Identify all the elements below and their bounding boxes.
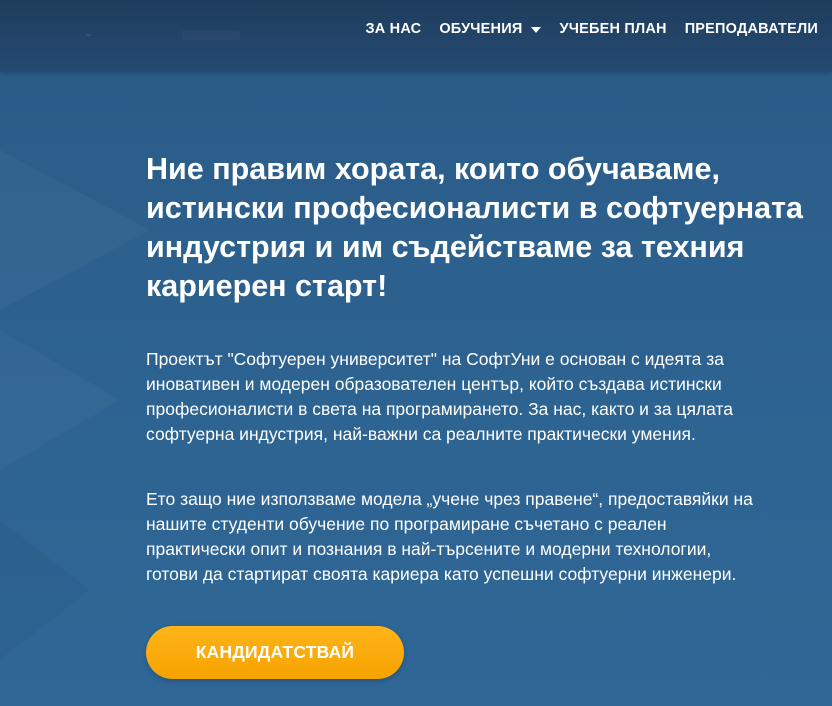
paragraph-line: иновативен и модерен образователен центъ… [146,374,722,394]
paragraph-line: професионалисти в света на програмиранет… [146,399,734,419]
method-paragraph: Ето защо ние използваме модела „учене чр… [146,487,832,587]
headline-line: истински професионалисти в софтуерната [146,191,804,225]
paragraph-line: Ето защо ние използваме модела „учене чр… [146,489,753,509]
caret-down-icon [531,26,542,33]
apply-button[interactable]: КАНДИДАТСТВАЙ [146,626,404,679]
hero-headline: Ние правим хората, които обучаваме, исти… [146,150,832,306]
nav-trainings-label: ОБУЧЕНИЯ [439,21,523,37]
paragraph-line: нашите студенти обучение по програмиране… [146,514,667,534]
headline-line: кариерен старт! [146,269,388,303]
softuni-logo [86,30,240,40]
nav-trainings[interactable]: ОБУЧЕНИЯ [439,21,542,37]
nav-about-label: ЗА НАС [365,21,422,37]
top-navbar: ЗА НАС ОБУЧЕНИЯ УЧЕБЕН ПЛАН ПРЕПОДАВАТЕЛ… [0,0,832,72]
nav-curriculum[interactable]: УЧЕБЕН ПЛАН [559,21,666,37]
main-nav: ЗА НАС ОБУЧЕНИЯ УЧЕБЕН ПЛАН ПРЕПОДАВАТЕЛ… [365,0,818,58]
nav-curriculum-label: УЧЕБЕН ПЛАН [559,21,667,37]
paragraph-line: практически опит и познания в най-търсен… [146,539,712,559]
headline-line: индустрия и им съдействаме за техния [146,230,745,264]
paragraph-line: софтуерна индустрия, най-важни са реални… [146,424,696,444]
paragraph-line: готови да стартират своята кариера като … [146,564,737,584]
nav-teachers[interactable]: ПРЕПОДАВАТЕЛИ [685,21,818,37]
intro-paragraph: Проектът "Софтуерен университет" на Софт… [146,347,832,447]
nav-teachers-label: ПРЕПОДАВАТЕЛИ [684,21,818,37]
nav-about[interactable]: ЗА НАС [365,21,421,37]
headline-line: Ние правим хората, които обучаваме, [146,152,720,186]
hero-section: ЗА НАС ОБУЧЕНИЯ УЧЕБЕН ПЛАН ПРЕПОДАВАТЕЛ… [0,0,832,706]
paragraph-line: Проектът "Софтуерен университет" на Софт… [146,349,724,369]
